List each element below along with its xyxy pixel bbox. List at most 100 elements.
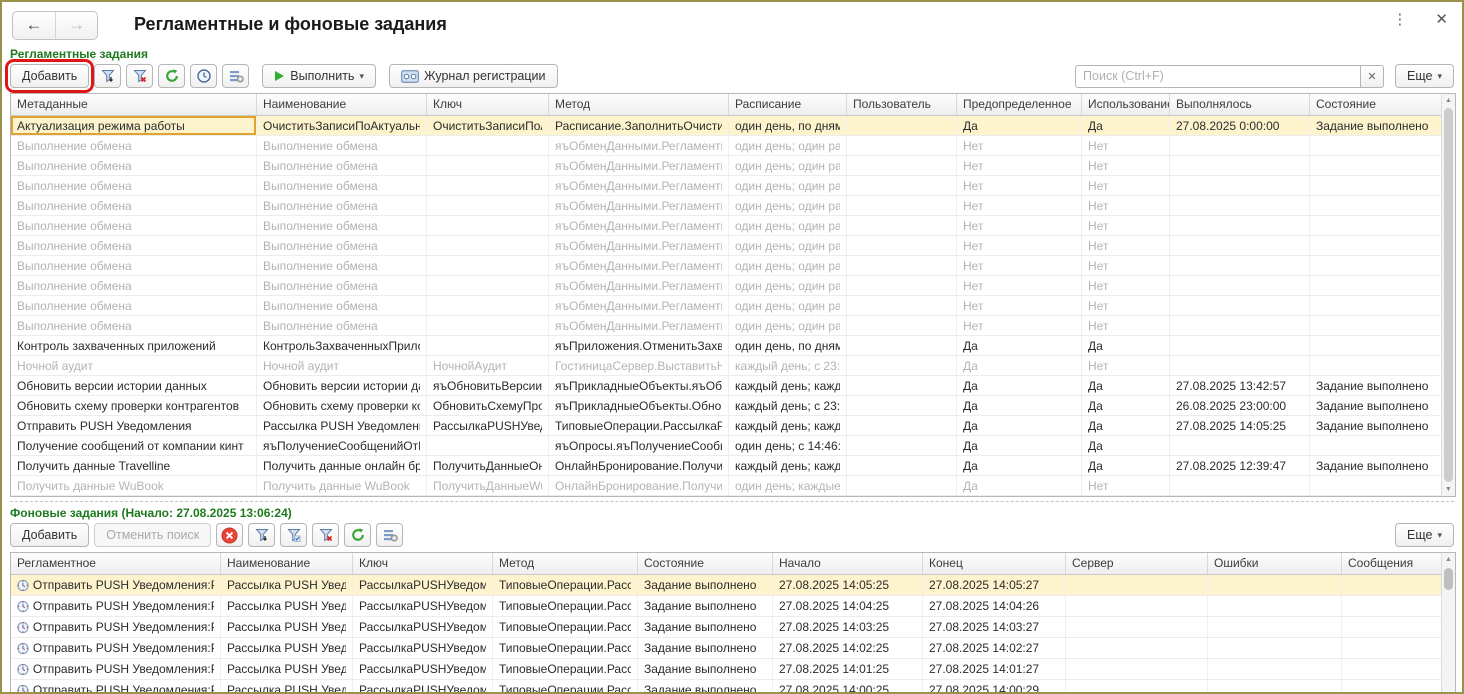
table-cell[interactable]: Рассылка PUSH Уведо…	[221, 575, 353, 595]
table-cell[interactable]: Нет	[1082, 156, 1170, 175]
table-cell[interactable]: Задание выполнено	[638, 659, 773, 679]
table-cell[interactable]	[1310, 256, 1441, 275]
table-cell[interactable]: ТиповыеОперации.Расс…	[493, 596, 638, 616]
table-cell[interactable]: Нет	[1082, 356, 1170, 375]
table-cell[interactable]: Рассылка PUSH Уведо…	[221, 638, 353, 658]
column-header-method[interactable]: Метод	[493, 553, 638, 574]
stop-button[interactable]	[216, 523, 243, 547]
table-cell[interactable]: Обновить версии истории дан…	[257, 376, 427, 395]
table-cell[interactable]: Нет	[957, 196, 1082, 215]
table-cell[interactable]	[1342, 680, 1441, 694]
table-cell[interactable]: ОчиститьЗаписиПоАктуально…	[257, 116, 427, 135]
table-cell[interactable]	[427, 256, 549, 275]
filter-settings-button[interactable]	[248, 523, 275, 547]
table-cell[interactable]: РассылкаPUSHУведом…	[353, 638, 493, 658]
table-cell[interactable]	[1310, 476, 1441, 495]
table-cell[interactable]	[847, 156, 957, 175]
table-cell[interactable]: Да	[1082, 336, 1170, 355]
table-cell[interactable]	[847, 216, 957, 235]
table-cell[interactable]: Выполнение обмена	[11, 136, 257, 155]
table-cell[interactable]	[847, 236, 957, 255]
table-cell[interactable]: Отправить PUSH Уведомления:Р…	[11, 680, 221, 694]
table-cell[interactable]	[1310, 356, 1441, 375]
table-cell[interactable]: 27.08.2025 14:01:27	[923, 659, 1066, 679]
table-cell[interactable]	[1170, 216, 1310, 235]
table-cell[interactable]: Да	[1082, 396, 1170, 415]
table-cell[interactable]	[427, 136, 549, 155]
table-row[interactable]: Выполнение обменаВыполнение обменаяъОбме…	[11, 216, 1441, 236]
table-row[interactable]: Отправить PUSH Уведомления:Р…Рассылка PU…	[11, 575, 1441, 596]
table-cell[interactable]: Да	[957, 336, 1082, 355]
column-header-user[interactable]: Пользователь	[847, 94, 957, 115]
table-cell[interactable]: 27.08.2025 13:42:57	[1170, 376, 1310, 395]
table-cell[interactable]: Задание выполнено	[638, 680, 773, 694]
table-cell[interactable]: Нет	[957, 176, 1082, 195]
table-cell[interactable]	[1342, 638, 1441, 658]
table-cell[interactable]	[1066, 575, 1208, 595]
table-cell[interactable]: Получить данные онлайн брон…	[257, 456, 427, 475]
table-cell[interactable]: ОнлайнБронирование.Получить…	[549, 476, 729, 495]
table-cell[interactable]: яъПрикладныеОбъекты.яъОбн…	[549, 376, 729, 395]
table-cell[interactable]: Да	[1082, 416, 1170, 435]
table-cell[interactable]	[847, 416, 957, 435]
table-cell[interactable]: Выполнение обмена	[11, 156, 257, 175]
table-row[interactable]: Выполнение обменаВыполнение обменаяъОбме…	[11, 236, 1441, 256]
column-header-start[interactable]: Начало	[773, 553, 923, 574]
table-cell[interactable]	[1208, 680, 1342, 694]
table-cell[interactable]: яъОбменДанными.Регламентн…	[549, 316, 729, 335]
table-cell[interactable]: РассылкаPUSHУвед…	[427, 416, 549, 435]
table-cell[interactable]: ОбновитьСхемуПров…	[427, 396, 549, 415]
table-cell[interactable]: РассылкаPUSHУведом…	[353, 575, 493, 595]
table-cell[interactable]	[847, 176, 957, 195]
table-cell[interactable]: РассылкаPUSHУведом…	[353, 596, 493, 616]
table-cell[interactable]: один день; один раз …	[729, 276, 847, 295]
table-cell[interactable]: РассылкаPUSHУведом…	[353, 617, 493, 637]
table-cell[interactable]	[1170, 436, 1310, 455]
table-cell[interactable]: Рассылка PUSH Уведо…	[221, 617, 353, 637]
scroll-down-arrow[interactable]: ▼	[1442, 483, 1456, 496]
table-cell[interactable]: 27.08.2025 14:05:25	[773, 575, 923, 595]
section-splitter[interactable]	[10, 501, 1454, 502]
table-cell[interactable]	[1310, 296, 1441, 315]
table-cell[interactable]	[427, 196, 549, 215]
table-row[interactable]: Обновить версии истории данныхОбновить в…	[11, 376, 1441, 396]
table-cell[interactable]: яъОбменДанными.Регламентн…	[549, 136, 729, 155]
table-cell[interactable]	[1170, 336, 1310, 355]
table-cell[interactable]: Нет	[957, 316, 1082, 335]
add-background-button[interactable]: Добавить	[10, 523, 89, 547]
table-cell[interactable]: яъОбменДанными.Регламентн…	[549, 296, 729, 315]
vertical-scrollbar[interactable]: ▲ ▼	[1441, 94, 1455, 496]
table-cell[interactable]: Задание выполнено	[1310, 416, 1441, 435]
table-cell[interactable]: каждый день; кажд…	[729, 416, 847, 435]
table-row[interactable]: Получение сообщений от компании кинтяъПо…	[11, 436, 1441, 456]
table-cell[interactable]: Нет	[1082, 216, 1170, 235]
close-icon[interactable]: ✕	[1435, 12, 1448, 27]
table-cell[interactable]	[1208, 617, 1342, 637]
table-cell[interactable]: Задание выполнено	[1310, 376, 1441, 395]
table-cell[interactable]: один день; один раз …	[729, 156, 847, 175]
table-row[interactable]: Отправить PUSH Уведомления:Р…Рассылка PU…	[11, 596, 1441, 617]
table-cell[interactable]	[1310, 316, 1441, 335]
table-cell[interactable]	[1208, 638, 1342, 658]
table-cell[interactable]: Выполнение обмена	[257, 156, 427, 175]
table-row[interactable]: Выполнение обменаВыполнение обменаяъОбме…	[11, 296, 1441, 316]
cancel-search-button[interactable]: Отменить поиск	[94, 523, 211, 547]
background-more-button[interactable]: Еще ▾	[1395, 523, 1454, 547]
table-cell[interactable]: Отправить PUSH Уведомления:Р…	[11, 638, 221, 658]
table-cell[interactable]: 27.08.2025 14:05:25	[1170, 416, 1310, 435]
table-cell[interactable]: Задание выполнено	[1310, 116, 1441, 135]
table-cell[interactable]: КонтрольЗахваченныхПрилож…	[257, 336, 427, 355]
table-cell[interactable]	[1342, 596, 1441, 616]
table-cell[interactable]	[1310, 196, 1441, 215]
table-cell[interactable]: ОнлайнБронирование.Получить…	[549, 456, 729, 475]
schedule-clock-button[interactable]	[190, 64, 217, 88]
table-cell[interactable]: Обновить схему проверки контрагентов	[11, 396, 257, 415]
table-cell[interactable]: каждый день; кажд…	[729, 456, 847, 475]
table-cell[interactable]: Да	[957, 356, 1082, 375]
column-header-state[interactable]: Состояние	[638, 553, 773, 574]
table-cell[interactable]: каждый день; с 23:0…	[729, 356, 847, 375]
table-cell[interactable]	[1208, 596, 1342, 616]
search-clear-button[interactable]: ✕	[1360, 65, 1384, 88]
scroll-up-arrow[interactable]: ▲	[1442, 553, 1456, 566]
table-cell[interactable]: Нет	[1082, 136, 1170, 155]
